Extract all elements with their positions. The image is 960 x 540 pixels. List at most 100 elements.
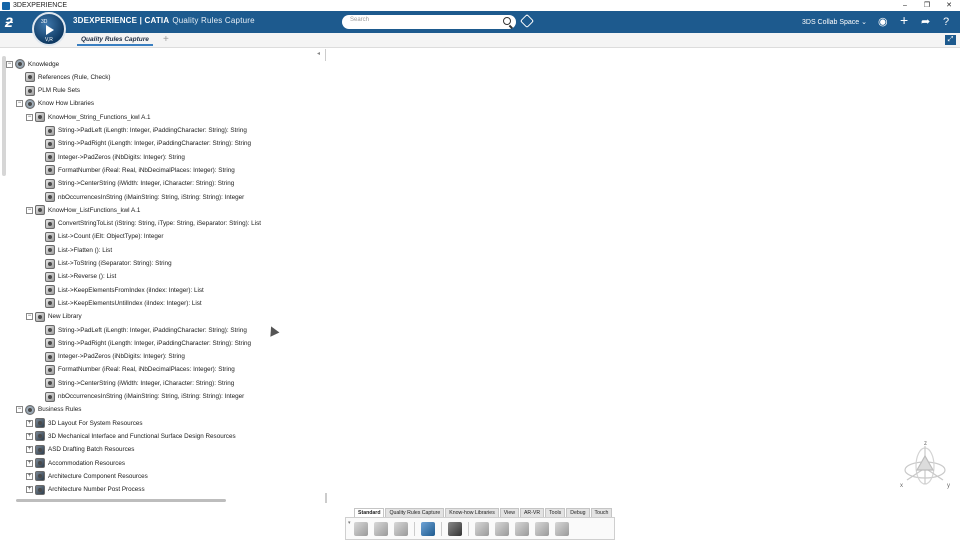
undo-icon[interactable] xyxy=(421,521,435,536)
ds-logo-icon[interactable]: ƻ xyxy=(5,14,13,30)
tree-node[interactable]: − KnowHow_ListFunctions_kwl A.1 xyxy=(26,204,140,216)
tree-node[interactable]: + ASD Drafting Batch Resources xyxy=(26,444,134,456)
library-icon[interactable] xyxy=(515,521,529,536)
os-title-bar: 3DEXPERIENCE – ❐ ✕ xyxy=(0,0,960,11)
action-tab[interactable]: Standard xyxy=(354,508,385,517)
collapse-icon[interactable]: − xyxy=(16,406,23,414)
check-icon[interactable] xyxy=(495,521,509,536)
tree-node[interactable]: List->Reverse (): List xyxy=(36,271,116,283)
search-box[interactable]: Search xyxy=(342,15,516,29)
tree-node[interactable]: +3D Layout For System Resources xyxy=(26,417,143,429)
tree-node-label: Integer->PadZeros (iNbDigits: Integer): … xyxy=(58,353,185,361)
expand-icon[interactable]: + xyxy=(26,419,33,427)
panel-splitter[interactable] xyxy=(325,493,327,503)
collapse-icon[interactable]: − xyxy=(26,206,33,214)
tree-node[interactable]: − Knowledge xyxy=(6,58,59,70)
tree-node[interactable]: List->KeepElementsUntilIndex (iIndex: In… xyxy=(36,297,202,309)
expand-icon[interactable]: + xyxy=(26,459,33,467)
tree-node[interactable]: String->PadLeft (iLength: Integer, iPadd… xyxy=(36,324,247,336)
tree-node[interactable]: FormatNumber (iReal: Real, iNbDecimalPla… xyxy=(36,164,235,176)
paste-icon[interactable] xyxy=(394,521,408,536)
search-icon[interactable] xyxy=(503,17,511,25)
user-icon[interactable]: ◉ xyxy=(878,15,888,29)
share-icon[interactable]: ➦ xyxy=(921,15,930,29)
play-icon[interactable] xyxy=(46,25,54,35)
tree-node-label: List->Count (iElt: ObjectType): Integer xyxy=(58,233,164,241)
copy-icon[interactable] xyxy=(374,521,388,536)
tree-node[interactable]: Integer->PadZeros (iNbDigits: Integer): … xyxy=(36,151,185,163)
collapse-panel-icon[interactable]: ◂ xyxy=(317,50,320,57)
axis-compass-icon[interactable] xyxy=(904,446,946,485)
robot-compass[interactable]: z x y xyxy=(895,438,955,494)
zoom-fit-icon[interactable] xyxy=(448,521,462,536)
tree-node-label: List->Reverse (): List xyxy=(58,273,117,281)
toolbar-separator xyxy=(414,521,415,536)
function-icon xyxy=(45,351,55,362)
tree-node[interactable]: FormatNumber (iReal: Real, iNbDecimalPla… xyxy=(36,364,235,376)
tree-node[interactable]: +3D Mechanical Interface and Functional … xyxy=(26,430,236,442)
expand-icon[interactable]: + xyxy=(26,432,33,440)
collapse-icon[interactable]: − xyxy=(26,113,33,121)
tree-node[interactable]: String->CenterString (iWidth: Integer, i… xyxy=(36,178,234,190)
expand-icon[interactable]: + xyxy=(26,486,33,494)
fit-screen-icon[interactable]: ⤢ xyxy=(945,35,956,45)
tree-node-label: FormatNumber (iReal: Real, iNbDecimalPla… xyxy=(58,166,235,174)
tree-node[interactable]: − KnowHow_String_Functions_kwl A.1 xyxy=(26,111,151,123)
tree-node[interactable]: − Know How Libraries xyxy=(16,98,94,110)
tag-icon[interactable] xyxy=(519,13,535,29)
cut-icon[interactable] xyxy=(354,521,368,536)
tree-node[interactable]: String->PadRight (iLength: Integer, iPad… xyxy=(36,138,251,150)
tree-node[interactable]: List->Count (iElt: ObjectType): Integer xyxy=(36,231,164,243)
collapse-icon[interactable]: − xyxy=(6,60,13,68)
maximize-button[interactable]: ❐ xyxy=(916,0,938,11)
tab-quality-rules-capture[interactable]: Quality Rules Capture xyxy=(77,36,153,46)
tree-node[interactable]: String->PadRight (iLength: Integer, iPad… xyxy=(36,337,251,349)
action-tab[interactable]: Debug xyxy=(566,508,590,517)
action-bar-collapse-icon[interactable]: ▾ xyxy=(348,520,351,526)
settings-icon[interactable] xyxy=(555,521,569,536)
action-tab[interactable]: AR-VR xyxy=(519,508,545,517)
action-tab[interactable]: Tools xyxy=(545,508,566,517)
tree-node[interactable]: Integer->PadZeros (iNbDigits: Integer): … xyxy=(36,351,185,363)
tree-node[interactable]: PLM Rule Sets xyxy=(16,85,80,97)
collapse-icon[interactable]: − xyxy=(26,313,33,321)
function-icon xyxy=(45,378,55,389)
tree-node[interactable]: References (Rule, Check) xyxy=(16,71,110,83)
search-input[interactable]: Search xyxy=(350,17,369,23)
action-tab[interactable]: View xyxy=(499,508,519,517)
tree-horizontal-scrollbar[interactable] xyxy=(16,499,226,502)
tree-node[interactable]: ConvertStringToList (iString: String, iT… xyxy=(36,218,261,230)
panel-splitter-top[interactable] xyxy=(325,49,326,61)
tree-node[interactable]: + Accommodation Resources xyxy=(26,457,125,469)
tree-node[interactable]: List->KeepElementsFromIndex (iIndex: Int… xyxy=(36,284,204,296)
tree-node[interactable]: String->CenterString (iWidth: Integer, i… xyxy=(36,377,234,389)
tree-vertical-scrollbar[interactable] xyxy=(2,56,6,176)
tree-node[interactable]: nbOccurrencesInString (iMainString: Stri… xyxy=(36,191,244,203)
add-tab-button[interactable]: + xyxy=(163,34,169,45)
compass-icon[interactable]: 3D V,R xyxy=(32,12,66,46)
window-title: 3DEXPERIENCE xyxy=(13,2,68,9)
function-icon xyxy=(45,285,55,296)
tree-node[interactable]: − Business Rules xyxy=(16,404,81,416)
rule-icon[interactable] xyxy=(475,521,489,536)
tree-node[interactable]: nbOccurrencesInString (iMainString: Stri… xyxy=(36,391,244,403)
action-tab[interactable]: Quality Rules Capture xyxy=(385,508,445,517)
tree-node[interactable]: List->ToString (iSeparator: String): Str… xyxy=(36,258,172,270)
close-button[interactable]: ✕ xyxy=(938,0,960,11)
tree-node[interactable]: List->Flatten (): List xyxy=(36,244,112,256)
function-icon[interactable] xyxy=(535,521,549,536)
collab-space-selector[interactable]: 3DS Collab Space ⌄ xyxy=(802,18,867,26)
expand-icon[interactable]: + xyxy=(26,446,33,454)
function-icon xyxy=(35,205,45,216)
tree-node[interactable]: String->PadLeft (iLength: Integer, iPadd… xyxy=(36,125,247,137)
action-tab[interactable]: Know-how Libraries xyxy=(445,508,499,517)
help-icon[interactable]: ? xyxy=(943,15,949,29)
collapse-icon[interactable]: − xyxy=(16,100,23,108)
expand-icon[interactable]: + xyxy=(26,472,33,480)
minimize-button[interactable]: – xyxy=(894,0,916,11)
tree-node[interactable]: − New Library xyxy=(26,311,82,323)
add-icon[interactable]: + xyxy=(900,13,908,27)
tree-node[interactable]: + Architecture Number Post Process xyxy=(26,484,145,496)
tree-node[interactable]: + Architecture Component Resources xyxy=(26,470,148,482)
action-tab[interactable]: Touch xyxy=(590,508,613,517)
